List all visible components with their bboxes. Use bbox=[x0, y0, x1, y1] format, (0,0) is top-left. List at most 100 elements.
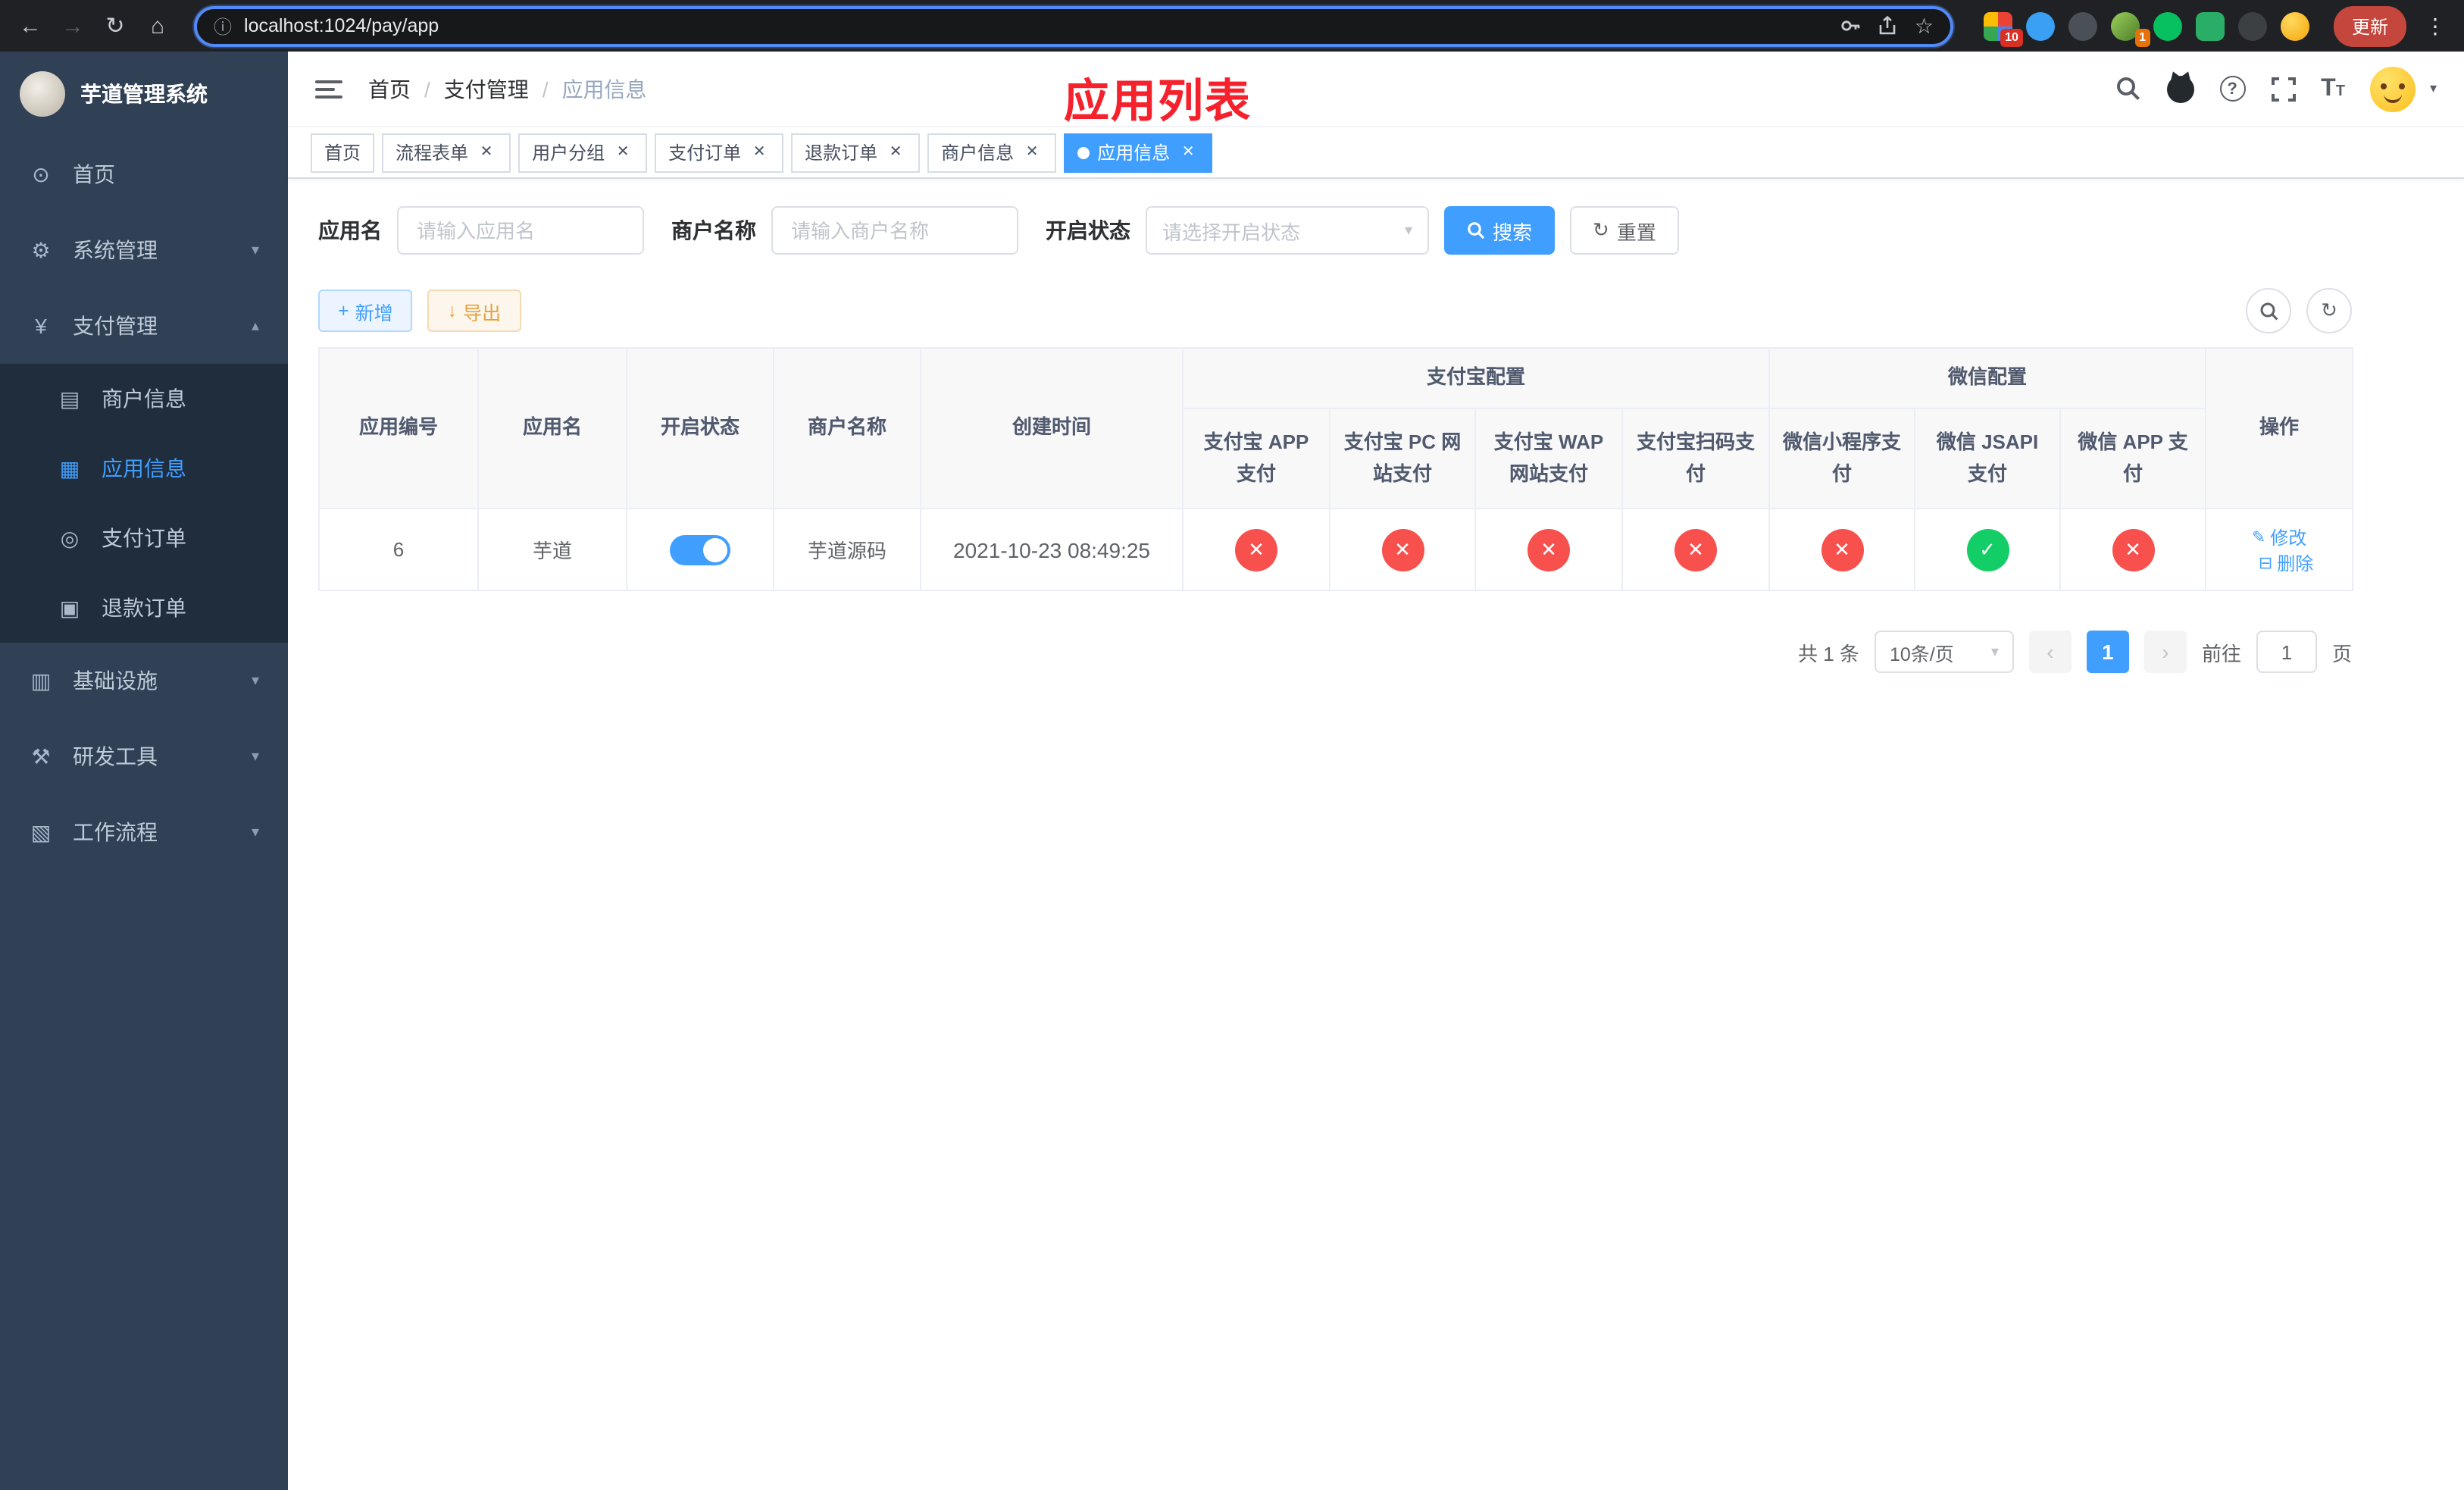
sidebar-item-payment[interactable]: ¥ 支付管理 ▴ bbox=[0, 288, 288, 364]
reload-icon[interactable]: ↻ bbox=[97, 8, 133, 44]
tab-merchant-info[interactable]: 商户信息 ✕ bbox=[927, 133, 1057, 172]
cell-merchant: 芋道源码 bbox=[773, 508, 921, 591]
chevron-down-icon: ▾ bbox=[251, 672, 259, 689]
extension-pin-icon[interactable] bbox=[2025, 11, 2055, 40]
gear-icon: ⚙ bbox=[31, 237, 51, 261]
reset-icon: ↻ bbox=[1593, 218, 1609, 241]
site-info-icon[interactable]: ⓘ bbox=[214, 13, 232, 39]
extension-dark-icon[interactable] bbox=[2068, 11, 2097, 40]
prev-page-button[interactable]: ‹ bbox=[2028, 631, 2072, 673]
profile-avatar-icon[interactable] bbox=[2280, 11, 2309, 40]
breadcrumb: 首页 / 支付管理 / 应用信息 bbox=[368, 74, 647, 104]
tab-app-info[interactable]: 应用信息 ✕ bbox=[1064, 133, 1213, 172]
hamburger-icon[interactable] bbox=[315, 77, 342, 101]
sidebar: 芋道管理系统 ⊙ 首页 ⚙ 系统管理 ▾ ¥ 支付管理 ▴ ▤ 商户信息 ▦ 应… bbox=[0, 52, 288, 1490]
sidebar-item-pay-order[interactable]: ◎ 支付订单 bbox=[0, 503, 288, 573]
extension-avatar-icon[interactable]: 1 bbox=[2110, 11, 2150, 46]
forward-icon[interactable]: → bbox=[55, 8, 91, 44]
sidebar-logo[interactable]: 芋道管理系统 bbox=[0, 52, 288, 136]
sidebar-item-system[interactable]: ⚙ 系统管理 ▾ bbox=[0, 212, 288, 288]
close-icon[interactable]: ✕ bbox=[749, 142, 770, 163]
cell-alipay-qr: ✕ bbox=[1621, 508, 1771, 591]
refund-icon: ▣ bbox=[59, 595, 80, 619]
page-size-select[interactable]: 10条/页 ▾ bbox=[1874, 631, 2014, 673]
sidebar-item-app-info[interactable]: ▦ 应用信息 bbox=[0, 434, 288, 503]
sidebar-item-label: 支付订单 bbox=[102, 526, 186, 550]
close-icon[interactable]: ✕ bbox=[885, 142, 906, 163]
tab-process-form[interactable]: 流程表单 ✕ bbox=[382, 133, 511, 172]
share-icon[interactable] bbox=[1878, 15, 1898, 36]
status-select[interactable]: 请选择开启状态 ▾ bbox=[1146, 206, 1429, 255]
close-icon[interactable]: ✕ bbox=[1177, 142, 1199, 163]
refresh-button[interactable]: ↻ bbox=[2306, 288, 2352, 333]
extension-grid-icon[interactable]: 10 bbox=[1983, 11, 2023, 46]
add-button[interactable]: + 新增 bbox=[318, 290, 413, 332]
password-key-icon[interactable] bbox=[1840, 15, 1862, 36]
url-text[interactable]: localhost:1024/pay/app bbox=[244, 15, 1828, 36]
current-page-button[interactable]: 1 bbox=[2086, 631, 2129, 673]
home-icon[interactable]: ⌂ bbox=[139, 8, 176, 44]
tab-home[interactable]: 首页 bbox=[311, 133, 375, 172]
search-button[interactable]: 搜索 bbox=[1444, 206, 1556, 255]
cell-alipay-wap: ✕ bbox=[1474, 508, 1623, 591]
navbar-actions: ? TT ▾ bbox=[2115, 66, 2437, 111]
col-group-alipay: 支付宝配置 bbox=[1181, 347, 1771, 409]
edit-icon: ✎ bbox=[2251, 528, 2266, 546]
sidebar-item-workflow[interactable]: ▧ 工作流程 ▾ bbox=[0, 794, 288, 870]
alipay-wap-status-icon: ✕ bbox=[1527, 528, 1570, 571]
app-name-input[interactable] bbox=[397, 206, 644, 255]
chrome-update-button[interactable]: 更新 bbox=[2333, 5, 2406, 46]
delete-link[interactable]: ⊟ 删除 bbox=[2259, 549, 2313, 575]
search-icon[interactable] bbox=[2115, 76, 2140, 102]
sidebar-item-infrastructure[interactable]: ▥ 基础设施 ▾ bbox=[0, 643, 288, 718]
tab-refund-order[interactable]: 退款订单 ✕ bbox=[791, 133, 921, 172]
cell-alipay-pc: ✕ bbox=[1329, 508, 1476, 591]
extensions-puzzle-icon[interactable] bbox=[2237, 11, 2267, 40]
github-icon[interactable] bbox=[2166, 75, 2194, 102]
bookmark-star-icon[interactable]: ☆ bbox=[1915, 13, 1934, 39]
sidebar-item-label: 首页 bbox=[73, 162, 115, 186]
status-label: 开启状态 bbox=[1046, 218, 1130, 243]
goto-page-input[interactable] bbox=[2256, 631, 2317, 673]
breadcrumb-home[interactable]: 首页 bbox=[368, 74, 411, 104]
address-bar[interactable]: ⓘ localhost:1024/pay/app ☆ bbox=[194, 5, 1953, 46]
close-icon[interactable]: ✕ bbox=[612, 142, 633, 163]
user-avatar[interactable] bbox=[2370, 66, 2416, 111]
toggle-search-button[interactable] bbox=[2246, 288, 2291, 333]
sidebar-item-home[interactable]: ⊙ 首页 bbox=[0, 136, 288, 212]
sidebar-item-merchant-info[interactable]: ▤ 商户信息 bbox=[0, 364, 288, 434]
reset-button[interactable]: ↻ 重置 bbox=[1570, 206, 1679, 255]
app-table: 应用编号 应用名 开启状态 商户名称 创建时间 支付宝配置 微信配置 操作 支付… bbox=[318, 347, 2354, 591]
avatar-caret-icon[interactable]: ▾ bbox=[2430, 80, 2437, 97]
sidebar-item-label: 支付管理 bbox=[73, 314, 158, 338]
tags-view-bar: 首页 流程表单 ✕ 用户分组 ✕ 支付订单 ✕ 退款订单 ✕ 商户信息 ✕ 应用… bbox=[288, 127, 2464, 179]
cell-app-id: 6 bbox=[318, 508, 479, 591]
merchant-name-label: 商户名称 bbox=[671, 218, 756, 243]
cell-wx-app: ✕ bbox=[2059, 508, 2207, 591]
breadcrumb-payment[interactable]: 支付管理 bbox=[444, 74, 529, 104]
sidebar-item-refund-order[interactable]: ▣ 退款订单 bbox=[0, 573, 288, 643]
status-toggle[interactable] bbox=[670, 534, 730, 565]
extension-chat-icon[interactable] bbox=[2195, 11, 2225, 40]
fullscreen-icon[interactable] bbox=[2271, 77, 2296, 101]
payment-submenu: ▤ 商户信息 ▦ 应用信息 ◎ 支付订单 ▣ 退款订单 bbox=[0, 364, 288, 643]
wx-jsapi-status-icon: ✓ bbox=[1966, 528, 2009, 571]
browser-menu-icon[interactable]: ⋮ bbox=[2425, 13, 2446, 39]
merchant-name-input[interactable] bbox=[771, 206, 1018, 255]
close-icon[interactable]: ✕ bbox=[476, 142, 497, 163]
extension-wechat-devtools-icon[interactable] bbox=[2153, 11, 2182, 40]
close-icon[interactable]: ✕ bbox=[1021, 142, 1043, 163]
tab-pay-order[interactable]: 支付订单 ✕ bbox=[655, 133, 784, 172]
col-group-wechat: 微信配置 bbox=[1768, 347, 2207, 409]
app-title: 芋道管理系统 bbox=[80, 82, 208, 106]
top-navbar: 首页 / 支付管理 / 应用信息 应用列表 ? T T ▾ bbox=[288, 52, 2464, 127]
tab-user-group[interactable]: 用户分组 ✕ bbox=[518, 133, 648, 172]
app-name-label: 应用名 bbox=[318, 218, 382, 243]
sidebar-item-dev-tools[interactable]: ⚒ 研发工具 ▾ bbox=[0, 718, 288, 794]
export-button[interactable]: ↓ 导出 bbox=[427, 290, 521, 332]
help-icon[interactable]: ? bbox=[2219, 76, 2246, 102]
font-size-icon[interactable]: TT bbox=[2321, 76, 2345, 101]
next-page-button[interactable]: › bbox=[2143, 631, 2187, 673]
back-icon[interactable]: ← bbox=[12, 8, 48, 44]
edit-link[interactable]: ✎ 修改 bbox=[2252, 524, 2306, 549]
